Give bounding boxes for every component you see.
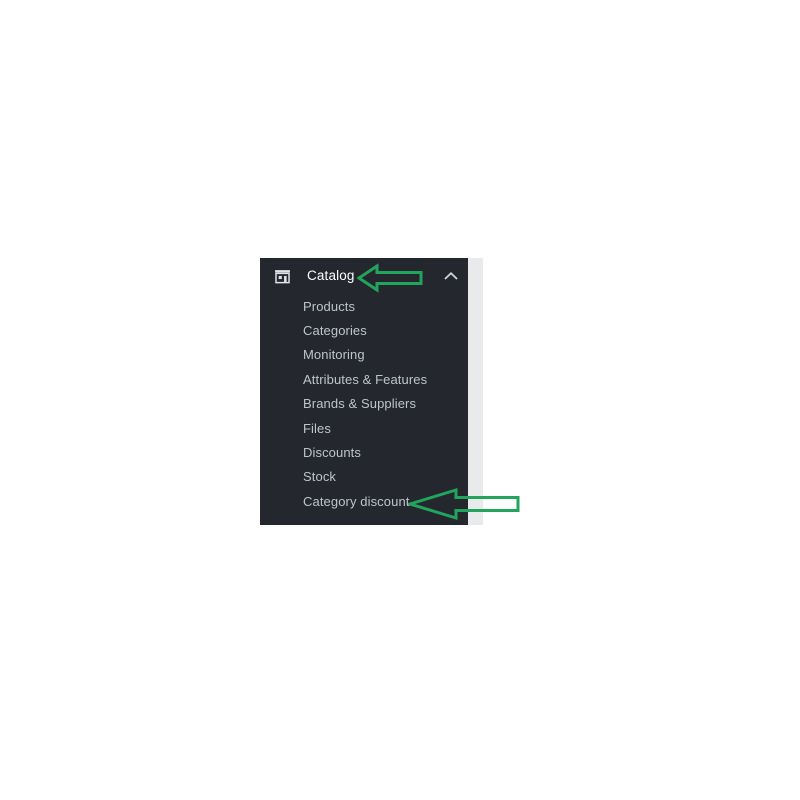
sidebar-item-label: Brands & Suppliers [303, 396, 417, 412]
sidebar-item-label: Category discount [303, 493, 410, 509]
sidebar-item-products[interactable]: Products [260, 294, 468, 318]
sidebar-item-brands-suppliers[interactable]: Brands & Suppliers [260, 392, 468, 416]
sidebar-item-label: Stock [303, 469, 337, 485]
sidebar-scrollbar-track[interactable] [468, 258, 483, 525]
sidebar-item-files[interactable]: Files [260, 416, 468, 440]
sidebar-item-label: Discounts [303, 445, 361, 461]
store-icon [275, 270, 290, 284]
sidebar-item-label: Categories [303, 323, 367, 339]
sidebar-item-label: Products [303, 298, 356, 314]
catalog-submenu-list: Products Categories Monitoring Attribute… [260, 294, 468, 514]
catalog-menu-header[interactable]: Catalog [260, 258, 468, 294]
sidebar-item-categories[interactable]: Categories [260, 318, 468, 342]
sidebar-item-discounts[interactable]: Discounts [260, 440, 468, 464]
sidebar-item-category-discount[interactable]: Category discount [260, 489, 468, 513]
catalog-menu-panel: Catalog Products Categories Monitoring A… [260, 258, 468, 525]
sidebar-item-label: Attributes & Features [303, 371, 428, 387]
sidebar-item-attributes-features[interactable]: Attributes & Features [260, 367, 468, 391]
sidebar-item-monitoring[interactable]: Monitoring [260, 343, 468, 367]
sidebar-item-label: Monitoring [303, 347, 365, 363]
sidebar-item-label: Files [303, 420, 331, 436]
chevron-up-icon[interactable] [444, 270, 458, 282]
sidebar-item-stock[interactable]: Stock [260, 465, 468, 489]
catalog-menu-title: Catalog [307, 268, 355, 284]
